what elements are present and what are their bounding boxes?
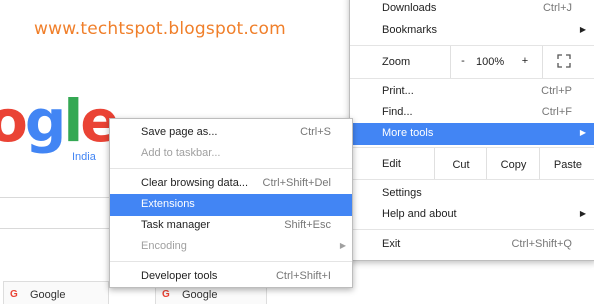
logo-letter-g: g	[24, 87, 66, 155]
menu-item-label: Save page as...	[141, 126, 218, 138]
menu-item-settings[interactable]: Settings	[350, 183, 594, 205]
menu-item-extensions[interactable]: Extensions	[110, 194, 352, 216]
menu-item-label: Clear browsing data...	[141, 177, 248, 189]
zoom-in-button[interactable]: +	[518, 55, 532, 67]
menu-separator	[350, 179, 594, 180]
menu-separator	[110, 168, 352, 169]
menu-item-exit[interactable]: Exit Ctrl+Shift+Q	[350, 234, 594, 256]
copy-button[interactable]: Copy	[486, 148, 540, 179]
zoom-level: 100%	[476, 56, 505, 68]
cut-button[interactable]: Cut	[434, 148, 487, 179]
menu-item-label: Bookmarks	[382, 24, 438, 36]
most-visited-tile[interactable]: G Google	[3, 281, 109, 304]
menu-item-label: Developer tools	[141, 270, 218, 282]
menu-item-developer-tools[interactable]: Developer tools Ctrl+Shift+I	[110, 266, 352, 288]
menu-item-downloads[interactable]: Downloads Ctrl+J	[350, 0, 594, 20]
logo-country-label: India	[72, 151, 96, 163]
menu-item-shortcut: Shift+Esc	[284, 219, 331, 231]
watermark-text: www.techtspot.blogspot.com	[34, 19, 286, 39]
menu-separator	[110, 261, 352, 262]
google-favicon-icon: G	[10, 289, 18, 300]
menu-zoom-row: Zoom - 100% +	[350, 46, 594, 78]
search-input[interactable]	[0, 197, 118, 229]
menu-item-label: Encoding	[141, 240, 187, 252]
paste-button[interactable]: Paste	[539, 148, 594, 179]
menu-item-add-to-taskbar: Add to taskbar...	[110, 143, 352, 165]
menu-separator	[350, 78, 594, 79]
menu-item-help[interactable]: Help and about ▶	[350, 204, 594, 226]
logo-letter-o: o	[0, 87, 28, 155]
more-tools-submenu: Save page as... Ctrl+S Add to taskbar...…	[109, 118, 353, 288]
paste-label: Paste	[553, 159, 583, 171]
menu-item-label: Add to taskbar...	[141, 147, 221, 159]
menu-item-more-tools[interactable]: More tools ▶	[350, 123, 594, 145]
menu-item-label: Task manager	[141, 219, 211, 231]
chrome-main-menu: Downloads Ctrl+J Bookmarks ▶ Zoom - 100%…	[349, 0, 594, 261]
menu-item-print[interactable]: Print... Ctrl+P	[350, 81, 594, 103]
submenu-arrow-icon: ▶	[579, 25, 586, 34]
zoom-out-button[interactable]: -	[456, 55, 470, 67]
menu-item-shortcut: Ctrl+J	[542, 2, 572, 14]
menu-item-label: Exit	[382, 238, 401, 250]
google-favicon-icon: G	[162, 289, 170, 300]
copy-label: Copy	[500, 159, 527, 171]
menu-item-shortcut: Ctrl+Shift+Del	[262, 177, 331, 189]
tile-label: Google	[182, 289, 218, 301]
menu-item-label: More tools	[382, 127, 434, 139]
menu-item-shortcut: Ctrl+Shift+Q	[511, 238, 572, 250]
menu-edit-row: Edit Cut Copy Paste	[350, 148, 594, 179]
zoom-divider	[542, 46, 543, 78]
submenu-arrow-icon: ▶	[579, 128, 586, 137]
menu-item-shortcut: Ctrl+P	[541, 85, 572, 97]
menu-item-label: Extensions	[141, 198, 195, 210]
menu-item-label: Print...	[382, 85, 414, 97]
menu-item-shortcut: Ctrl+F	[541, 106, 572, 118]
menu-item-find[interactable]: Find... Ctrl+F	[350, 102, 594, 124]
menu-item-label: Help and about	[382, 208, 457, 220]
google-logo: ogle	[0, 92, 120, 150]
cut-label: Cut	[452, 159, 470, 171]
blog-watermark: www.techtspot.blogspot.com	[34, 19, 286, 39]
menu-item-task-manager[interactable]: Task manager Shift+Esc	[110, 215, 352, 237]
menu-item-shortcut: Ctrl+S	[300, 126, 331, 138]
menu-item-bookmarks[interactable]: Bookmarks ▶	[350, 20, 594, 42]
menu-item-label: Zoom	[382, 56, 411, 68]
menu-item-shortcut: Ctrl+Shift+I	[275, 270, 331, 282]
tile-label: Google	[30, 289, 66, 301]
menu-item-label: Edit	[382, 158, 401, 170]
menu-item-label: Settings	[382, 187, 422, 199]
fullscreen-icon[interactable]	[557, 54, 571, 71]
submenu-arrow-icon: ▶	[579, 209, 586, 218]
menu-separator	[350, 229, 594, 230]
menu-item-encoding: Encoding ▶	[110, 236, 352, 258]
menu-item-clear-browsing-data[interactable]: Clear browsing data... Ctrl+Shift+Del	[110, 173, 352, 195]
menu-item-label: Find...	[382, 106, 413, 118]
menu-item-label: Downloads	[382, 2, 437, 14]
submenu-arrow-icon: ▶	[339, 241, 346, 250]
logo-letter-l: l	[63, 87, 83, 155]
menu-item-save-page[interactable]: Save page as... Ctrl+S	[110, 122, 352, 144]
zoom-divider	[450, 46, 451, 78]
